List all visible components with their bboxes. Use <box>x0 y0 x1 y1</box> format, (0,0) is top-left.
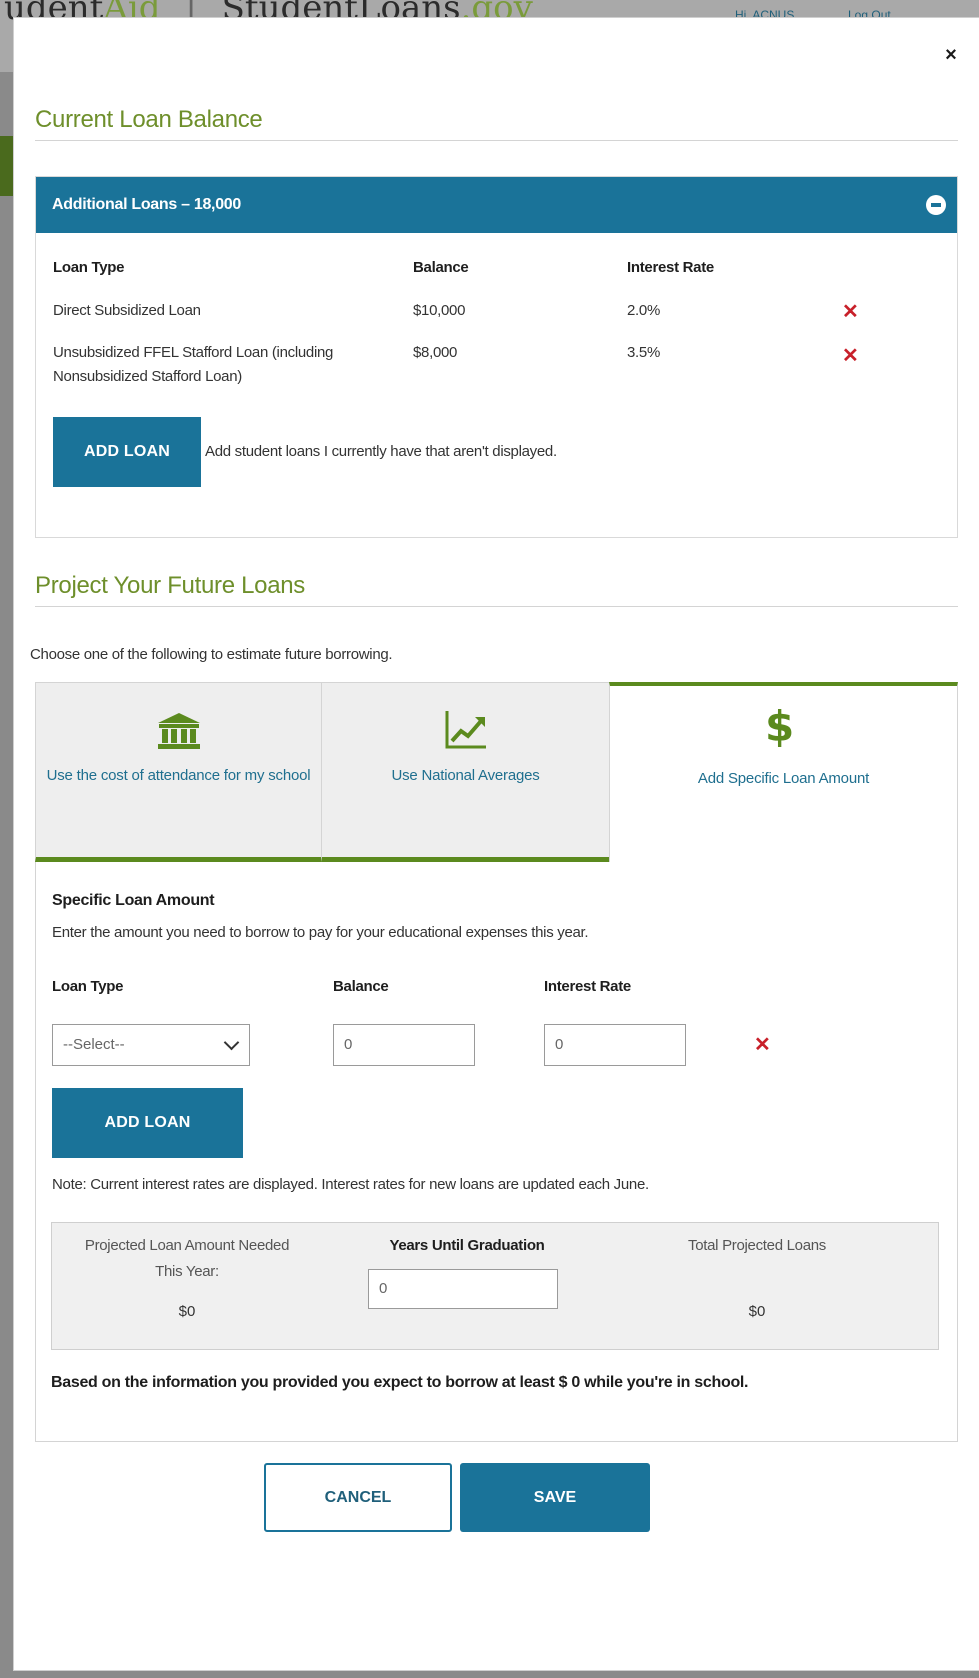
col-header-loan-type: Loan Type <box>53 259 125 276</box>
bank-icon <box>158 713 200 749</box>
total-projected-value: $0 <box>748 1303 766 1320</box>
borrowing-summary-text: Based on the information you provided yo… <box>51 1374 749 1391</box>
section-divider <box>35 606 958 607</box>
loan-row-1-type: Direct Subsidized Loan <box>53 302 201 319</box>
loan-panel-header[interactable]: Additional Loans – 18,000 <box>36 177 957 233</box>
balance-input[interactable]: 0 <box>333 1024 475 1066</box>
loan-row-2-balance: $8,000 <box>413 344 458 361</box>
col-header-balance: Balance <box>413 259 469 276</box>
estimate-method-tabs: Use the cost of attendance for my school… <box>35 682 958 862</box>
loan-panel-header-label: Additional Loans – 18,000 <box>52 196 242 213</box>
current-loan-balance-title: Current Loan Balance <box>35 106 263 133</box>
tab-national-averages[interactable]: Use National Averages <box>321 682 610 862</box>
specific-loan-panel: Specific Loan Amount Enter the amount yo… <box>35 862 958 1442</box>
remove-loan-1-icon[interactable]: ✕ <box>842 299 859 324</box>
tab-specific-loan-amount-label: Add Specific Loan Amount <box>697 770 870 787</box>
collapse-icon[interactable] <box>926 195 946 215</box>
chevron-down-icon <box>223 1034 240 1051</box>
remove-loan-2-icon[interactable]: ✕ <box>842 343 859 368</box>
current-loans-panel: Additional Loans – 18,000 Loan Type Bala… <box>35 176 958 538</box>
new-interest-rate-header: Interest Rate <box>544 978 631 995</box>
specific-loan-title: Specific Loan Amount <box>52 892 215 909</box>
loan-row-1-balance: $10,000 <box>413 302 466 319</box>
years-until-graduation-input[interactable]: 0 <box>368 1269 558 1309</box>
col-header-interest-rate: Interest Rate <box>627 259 714 276</box>
new-balance-header: Balance <box>333 978 389 995</box>
dollar-icon: $ <box>765 702 795 751</box>
remove-new-loan-icon[interactable]: ✕ <box>754 1032 771 1057</box>
loan-type-select-value: --Select-- <box>63 1036 125 1053</box>
new-loan-type-header: Loan Type <box>52 978 124 995</box>
future-loans-title: Project Your Future Loans <box>35 572 306 599</box>
projection-summary-box: Projected Loan Amount Needed This Year: … <box>51 1222 939 1350</box>
years-until-graduation-label: Years Until Graduation <box>389 1237 545 1254</box>
future-loans-intro: Choose one of the following to estimate … <box>30 646 393 663</box>
close-icon[interactable]: × <box>940 44 962 66</box>
projected-amount-value: $0 <box>178 1303 196 1320</box>
tab-national-averages-label: Use National Averages <box>391 767 540 784</box>
loan-modal: × Current Loan Balance Additional Loans … <box>14 18 979 1670</box>
total-projected-label: Total Projected Loans <box>688 1237 826 1254</box>
add-current-loan-button[interactable]: ADD LOAN <box>53 417 201 487</box>
add-future-loan-button[interactable]: ADD LOAN <box>52 1088 243 1158</box>
cancel-button[interactable]: CANCEL <box>264 1463 452 1532</box>
interest-rate-input[interactable]: 0 <box>544 1024 686 1066</box>
specific-loan-description: Enter the amount you need to borrow to p… <box>52 924 589 941</box>
loan-type-select[interactable]: --Select-- <box>52 1024 250 1066</box>
section-divider <box>35 140 958 141</box>
interest-rate-note: Note: Current interest rates are display… <box>52 1176 649 1193</box>
loan-row-2-rate: 3.5% <box>627 344 660 361</box>
loan-row-2-type: Unsubsidized FFEL Stafford Loan (includi… <box>53 344 334 385</box>
projected-amount-label: Projected Loan Amount Needed This Year: <box>84 1237 290 1280</box>
add-loan-note: Add student loans I currently have that … <box>205 443 557 460</box>
tab-cost-of-attendance[interactable]: Use the cost of attendance for my school <box>35 682 322 862</box>
tab-cost-of-attendance-label: Use the cost of attendance for my school <box>46 767 311 784</box>
tab-specific-loan-amount[interactable]: $ Add Specific Loan Amount <box>609 682 958 862</box>
save-button[interactable]: SAVE <box>460 1463 650 1532</box>
chart-trend-icon <box>445 711 486 749</box>
loan-row-1-rate: 2.0% <box>627 302 660 319</box>
